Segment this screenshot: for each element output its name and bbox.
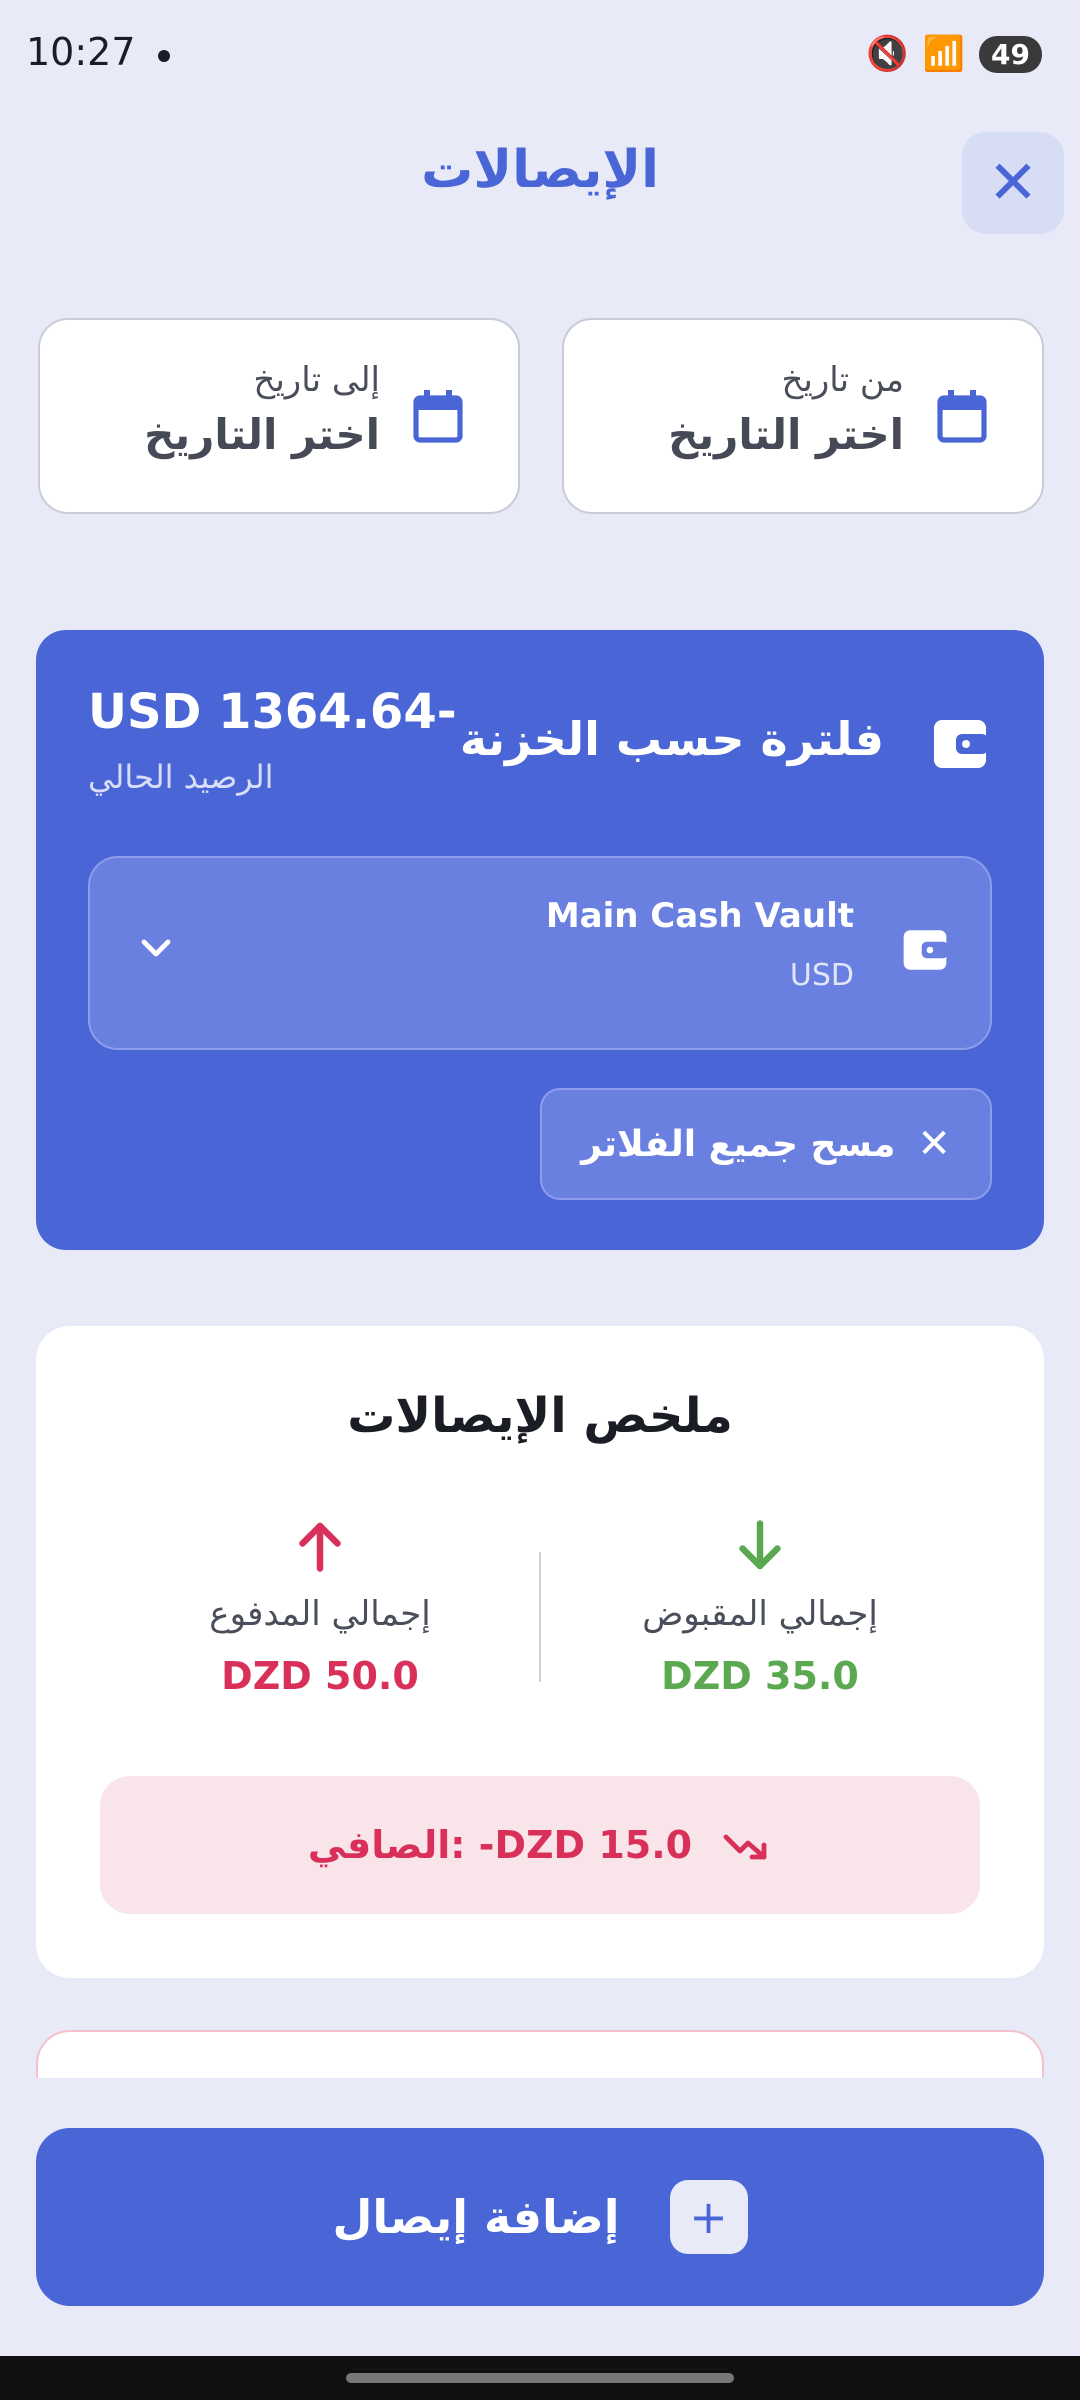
vault-currency: USD: [789, 958, 854, 993]
total-received: إجمالي المقبوض DZD 35.0: [540, 1516, 980, 1698]
home-gesture-handle[interactable]: [346, 2373, 734, 2383]
status-icons: 🔇 📶 49: [866, 34, 1042, 74]
to-date-label: إلى تاريخ: [253, 360, 380, 400]
net-total-value: الصافي: -DZD 15.0: [307, 1823, 693, 1867]
from-date-picker[interactable]: من تاريخ اختر التاريخ: [562, 318, 1044, 514]
arrow-up-icon: [299, 1522, 341, 1572]
to-date-picker[interactable]: إلى تاريخ اختر التاريخ: [38, 318, 520, 514]
from-date-value: اختر التاريخ: [668, 410, 904, 459]
status-time: 10:27: [26, 30, 136, 74]
receipts-summary-card: ملخص الإيصالات إجمالي المقبوض DZD 35.0 إ…: [36, 1326, 1044, 1978]
wallet-icon: [903, 930, 948, 970]
close-icon: ✕: [917, 1121, 951, 1167]
clear-filters-label: مسح جميع الفلاتر: [581, 1123, 896, 1165]
page-title: الإيصالات: [421, 140, 659, 200]
vault-filter-title: فلترة حسب الخزنة: [459, 712, 884, 766]
summary-title: ملخص الإيصالات: [347, 1388, 733, 1444]
vault-dropdown[interactable]: Main Cash Vault USD: [88, 856, 992, 1050]
total-received-label: إجمالي المقبوض: [642, 1594, 878, 1634]
from-date-label: من تاريخ: [781, 360, 904, 400]
vault-name: Main Cash Vault: [545, 896, 854, 936]
total-received-amount: DZD 35.0: [661, 1654, 859, 1698]
trending-down-icon: [723, 1834, 767, 1860]
wifi-icon: 📶: [922, 34, 966, 74]
chevron-down-icon: [141, 939, 171, 957]
total-paid: إجمالي المدفوع DZD 50.0: [100, 1516, 540, 1698]
current-balance-label: الرصيد الحالي: [88, 758, 274, 796]
close-button[interactable]: ✕: [962, 132, 1064, 234]
vault-filter-card: فلترة حسب الخزنة USD 1364.64- الرصيد الح…: [36, 630, 1044, 1250]
net-total: الصافي: -DZD 15.0: [100, 1776, 980, 1914]
mute-icon: 🔇: [866, 34, 909, 74]
current-balance: USD 1364.64-: [88, 684, 457, 740]
notification-dot: [158, 50, 170, 62]
add-receipt-label: إضافة إيصال: [332, 2190, 620, 2244]
calendar-icon: [413, 390, 463, 443]
total-paid-label: إجمالي المدفوع: [209, 1594, 431, 1634]
total-paid-amount: DZD 50.0: [221, 1654, 419, 1698]
close-icon: ✕: [987, 148, 1039, 218]
arrow-down-icon: [739, 1520, 781, 1570]
battery-icon: 49: [979, 35, 1042, 73]
clear-filters-button[interactable]: مسح جميع الفلاتر ✕: [540, 1088, 992, 1200]
calendar-icon: [937, 390, 987, 443]
add-receipt-button[interactable]: إضافة إيصال +: [36, 2128, 1044, 2306]
plus-icon: +: [669, 2180, 748, 2254]
to-date-value: اختر التاريخ: [144, 410, 380, 459]
wallet-icon: [934, 720, 988, 768]
